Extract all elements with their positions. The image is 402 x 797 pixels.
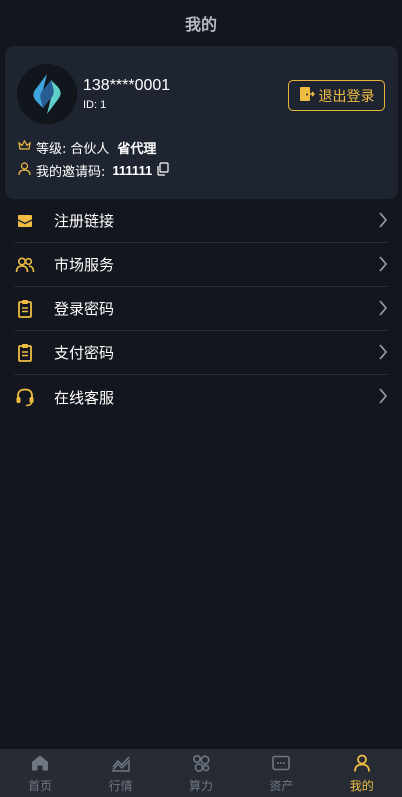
chart-icon	[111, 753, 131, 776]
menu-item-label: 登录密码	[54, 300, 115, 318]
tab-label: 行情	[108, 778, 133, 793]
chevron-right-icon	[378, 299, 388, 321]
tab-label: 我的	[349, 778, 374, 793]
menu-item-login-password[interactable]: 登录密码	[14, 287, 388, 331]
menu-item-label: 注册链接	[54, 212, 115, 230]
phone-number: 138****0001	[83, 77, 171, 94]
tab-profile[interactable]: 我的	[322, 753, 402, 794]
logout-icon	[299, 86, 315, 105]
clipboard-icon	[14, 298, 36, 320]
tab-hashrate[interactable]: 算力	[161, 753, 241, 794]
level-value: 合伙人	[70, 142, 110, 157]
tab-assets[interactable]: 资产	[241, 753, 321, 794]
menu-item-label: 市场服务	[54, 256, 115, 274]
crown-icon	[17, 138, 32, 157]
tab-home[interactable]: 首页	[0, 753, 80, 794]
menu-item-payment-password[interactable]: 支付密码	[14, 331, 388, 375]
menu-item-market-service[interactable]: 市场服务	[14, 243, 388, 287]
headset-icon	[14, 386, 36, 408]
menu-item-online-service[interactable]: 在线客服	[14, 375, 388, 419]
level-row: 等级: 合伙人 省代理	[17, 138, 156, 157]
logout-label: 退出登录	[318, 87, 375, 104]
home-icon	[30, 753, 50, 776]
copy-icon[interactable]	[156, 161, 170, 180]
users-icon	[14, 254, 36, 276]
hashrate-icon	[191, 753, 211, 776]
menu-item-label: 支付密码	[54, 344, 115, 362]
invite-label: 我的邀请码:	[36, 165, 106, 180]
tab-label: 资产	[269, 778, 294, 793]
chevron-right-icon	[378, 343, 388, 365]
page-title: 我的	[184, 15, 217, 34]
tab-label: 首页	[28, 778, 53, 793]
bottom-tab-bar: 首页 行情 算力 资产 我的	[0, 749, 402, 797]
envelope-icon	[14, 210, 36, 232]
clipboard-icon	[14, 342, 36, 364]
page-header: 我的	[0, 0, 402, 46]
menu-item-label: 在线客服	[54, 388, 115, 407]
invite-row: 我的邀请码: 111111	[17, 161, 170, 180]
user-id: ID: 1	[83, 99, 107, 111]
chevron-right-icon	[378, 255, 388, 277]
tab-label: 算力	[188, 778, 213, 793]
invite-code: 111111	[112, 163, 153, 178]
level-label: 等级:	[36, 142, 67, 157]
level-rank: 省代理	[117, 142, 157, 157]
user-icon	[352, 753, 372, 776]
person-icon	[17, 161, 32, 180]
chevron-right-icon	[378, 211, 388, 233]
chevron-right-icon	[378, 387, 388, 409]
avatar	[17, 64, 77, 124]
tab-market[interactable]: 行情	[81, 753, 161, 794]
profile-card: 138****0001 ID: 1 退出登录 等级: 合伙人 省代理 我的邀请码…	[5, 46, 398, 199]
menu-item-register-link[interactable]: 注册链接	[14, 199, 388, 243]
settings-menu: 注册链接 市场服务 登录密码 支付密码 在线客服	[0, 199, 402, 419]
wallet-icon	[271, 753, 291, 776]
logout-button[interactable]: 退出登录	[288, 80, 385, 111]
